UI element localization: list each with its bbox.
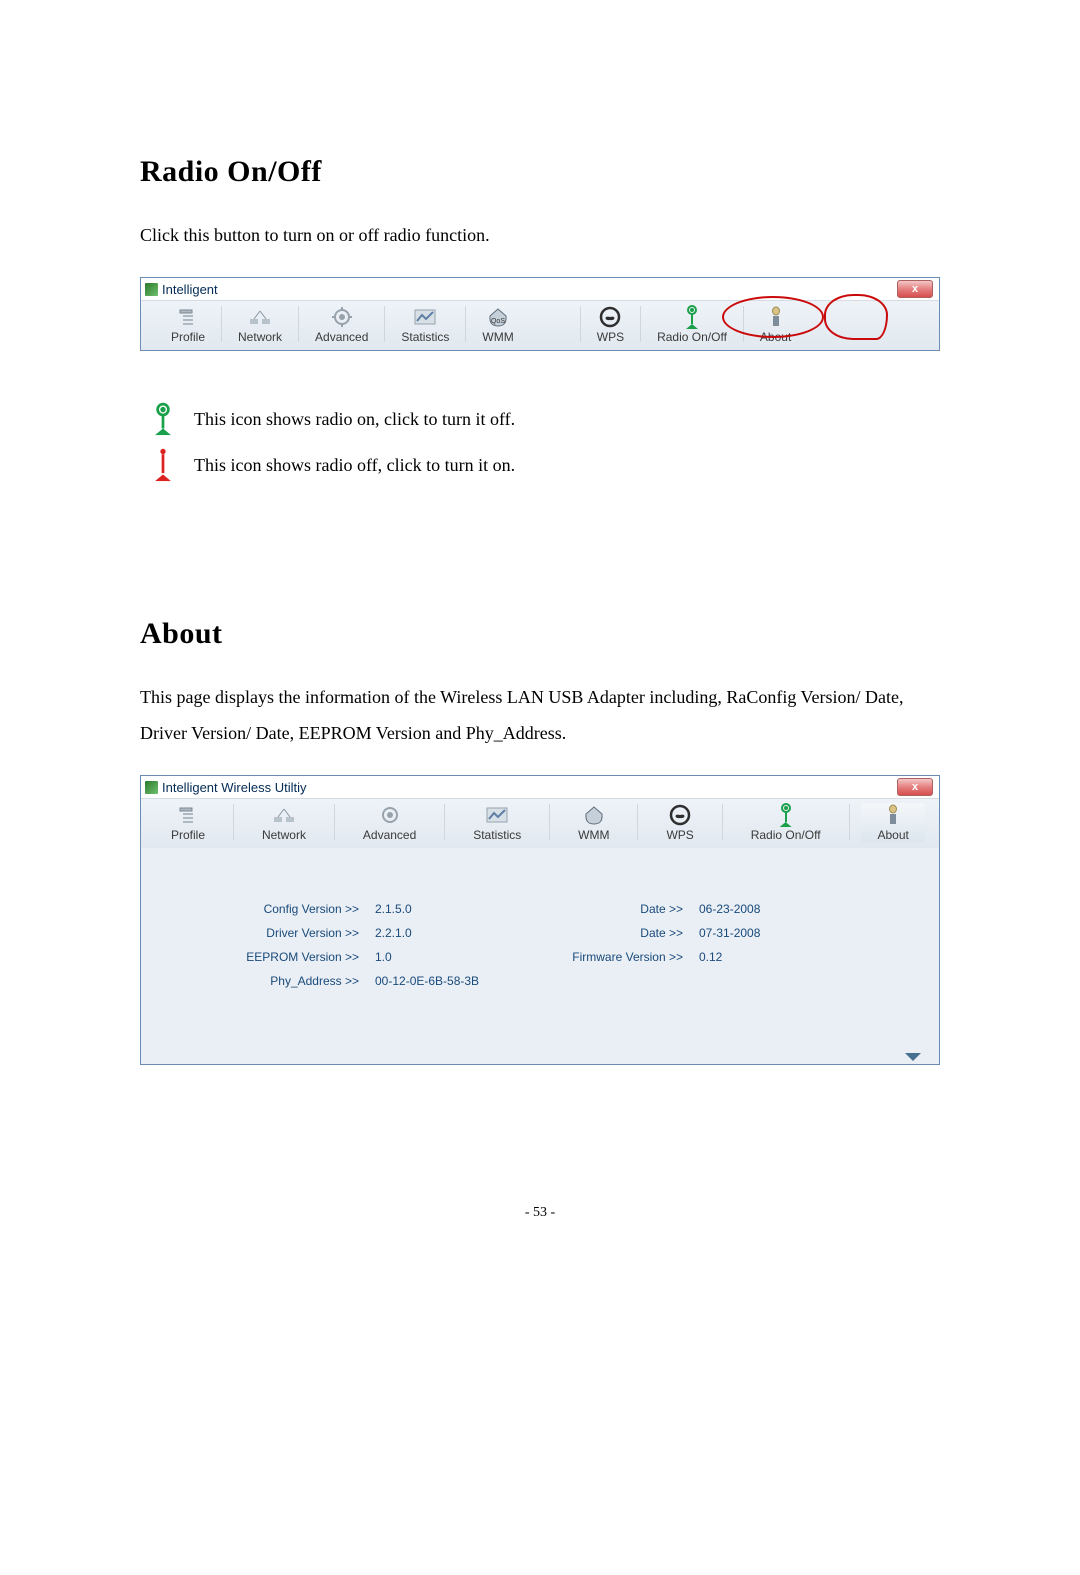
wmm-icon: QoS [485,305,511,329]
tab-profile[interactable]: Profile [155,803,221,842]
info-row: Phy_Address >> 00-12-0E-6B-58-3B [169,974,911,988]
field-label [523,974,699,988]
tab-label: WMM [482,330,513,344]
tab-profile[interactable]: Profile [155,305,221,344]
title-bar: Intelligent x [141,278,939,301]
network-icon [271,803,297,827]
tab-label: Statistics [473,828,521,842]
radio-antenna-on-icon [140,407,186,431]
tab-network[interactable]: Network [222,305,298,344]
para-about: This page displays the information of th… [140,679,940,751]
tab-label: Radio On/Off [751,828,821,842]
legend-row-off: This icon shows radio off, click to turn… [140,453,940,477]
tab-statistics[interactable]: Statistics [457,803,537,842]
profile-icon [175,305,201,329]
field-label: Config Version >> [169,902,375,916]
tab-advanced[interactable]: Advanced [299,305,384,344]
tab-wmm[interactable]: QoS WMM [466,305,529,344]
field-label: Date >> [523,902,699,916]
info-row: Driver Version >> 2.2.1.0 Date >> 07-31-… [169,926,911,940]
about-content: Config Version >> 2.1.5.0 Date >> 06-23-… [141,848,939,1018]
advanced-icon [377,803,403,827]
close-icon: x [912,781,918,793]
tab-statistics[interactable]: Statistics [385,305,465,344]
network-icon [247,305,273,329]
expand-arrow-icon[interactable] [905,1053,921,1061]
tab-label: Network [262,828,306,842]
about-icon [880,803,906,827]
tab-label: Radio On/Off [657,330,727,344]
field-label: Phy_Address >> [169,974,375,988]
tab-label: WPS [597,330,624,344]
field-value: 1.0 [375,950,523,964]
field-value: 2.1.5.0 [375,902,523,916]
tab-radio-onoff[interactable]: Radio On/Off [641,305,743,344]
radio-antenna-on-icon [773,803,799,827]
tab-wmm[interactable]: WMM [562,803,625,842]
tab-wps[interactable]: WPS [650,803,709,842]
info-row: Config Version >> 2.1.5.0 Date >> 06-23-… [169,902,911,916]
about-icon [763,305,789,329]
tab-label: Profile [171,330,205,344]
field-label: Firmware Version >> [523,950,699,964]
window-title: Intelligent Wireless Utiltiy [162,780,307,795]
close-icon: x [912,283,918,295]
wmm-icon [581,803,607,827]
tab-about[interactable]: About [861,803,924,842]
heading-radio: Radio On/Off [140,155,940,189]
field-value [699,974,819,988]
advanced-icon [329,305,355,329]
tab-label: Statistics [401,330,449,344]
tab-label: Profile [171,828,205,842]
field-value: 0.12 [699,950,819,964]
app-window-about: Intelligent Wireless Utiltiy x Profile [140,775,940,1065]
tab-label: Advanced [315,330,368,344]
tab-network[interactable]: Network [246,803,322,842]
window-title: Intelligent [162,282,218,297]
close-button[interactable]: x [897,280,933,298]
radio-antenna-on-icon [679,305,705,329]
legend-text: This icon shows radio off, click to turn… [194,455,515,476]
legend-text: This icon shows radio on, click to turn … [194,409,515,430]
field-value: 06-23-2008 [699,902,819,916]
wps-icon [667,803,693,827]
svg-text:QoS: QoS [491,318,505,325]
app-logo-icon [145,283,158,296]
field-value: 00-12-0E-6B-58-3B [375,974,523,988]
tab-label: WMM [578,828,609,842]
field-label: Driver Version >> [169,926,375,940]
tab-wps[interactable]: WPS [581,305,640,344]
document-page: Radio On/Off Click this button to turn o… [0,0,1080,1575]
title-bar: Intelligent Wireless Utiltiy x [141,776,939,799]
app-window-intelligent: Intelligent x Profile Network [140,277,940,351]
para-radio: Click this button to turn on or off radi… [140,217,940,253]
field-label: EEPROM Version >> [169,950,375,964]
tab-label: About [760,330,791,344]
radio-antenna-off-icon [140,453,186,477]
tab-about[interactable]: About [744,305,807,344]
field-value: 07-31-2008 [699,926,819,940]
field-label: Date >> [523,926,699,940]
tab-label: Network [238,330,282,344]
info-row: EEPROM Version >> 1.0 Firmware Version >… [169,950,911,964]
field-value: 2.2.1.0 [375,926,523,940]
annotation-circle [824,294,888,340]
heading-about: About [140,617,940,651]
profile-icon [175,803,201,827]
tab-label: About [877,828,908,842]
toolbar: Profile Network Advanced [141,301,939,350]
statistics-icon [412,305,438,329]
page-number: - 53 - [140,1205,940,1221]
statistics-icon [484,803,510,827]
wps-icon [597,305,623,329]
tab-label: Advanced [363,828,416,842]
legend-row-on: This icon shows radio on, click to turn … [140,407,940,431]
tab-label: WPS [666,828,693,842]
app-logo-icon [145,781,158,794]
tab-advanced[interactable]: Advanced [347,803,432,842]
tab-radio-onoff[interactable]: Radio On/Off [735,803,837,842]
close-button[interactable]: x [897,778,933,796]
toolbar: Profile Network Advanced [141,799,939,848]
